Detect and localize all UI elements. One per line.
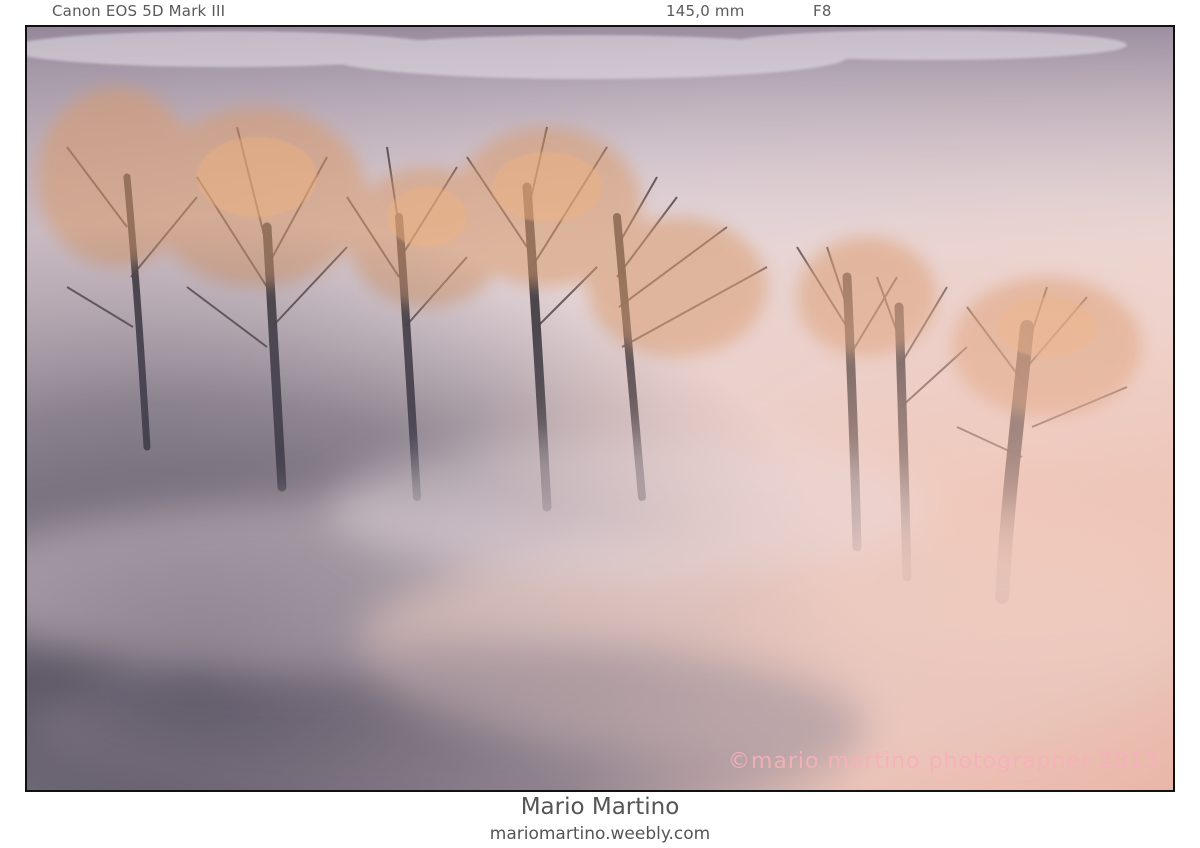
focal-length: 145,0 mm (666, 2, 745, 20)
camera-model: Canon EOS 5D Mark III (52, 2, 226, 20)
photo-watermark: ©mario martino photographer 2013 (727, 749, 1159, 774)
aperture-value: F8 (813, 2, 832, 20)
photo-frame: ©mario martino photographer 2013 (25, 25, 1175, 792)
website-link[interactable]: mariomartino.weebly.com (0, 824, 1200, 844)
author-name: Mario Martino (520, 794, 680, 820)
foggy-trees-photo (27, 27, 1173, 790)
